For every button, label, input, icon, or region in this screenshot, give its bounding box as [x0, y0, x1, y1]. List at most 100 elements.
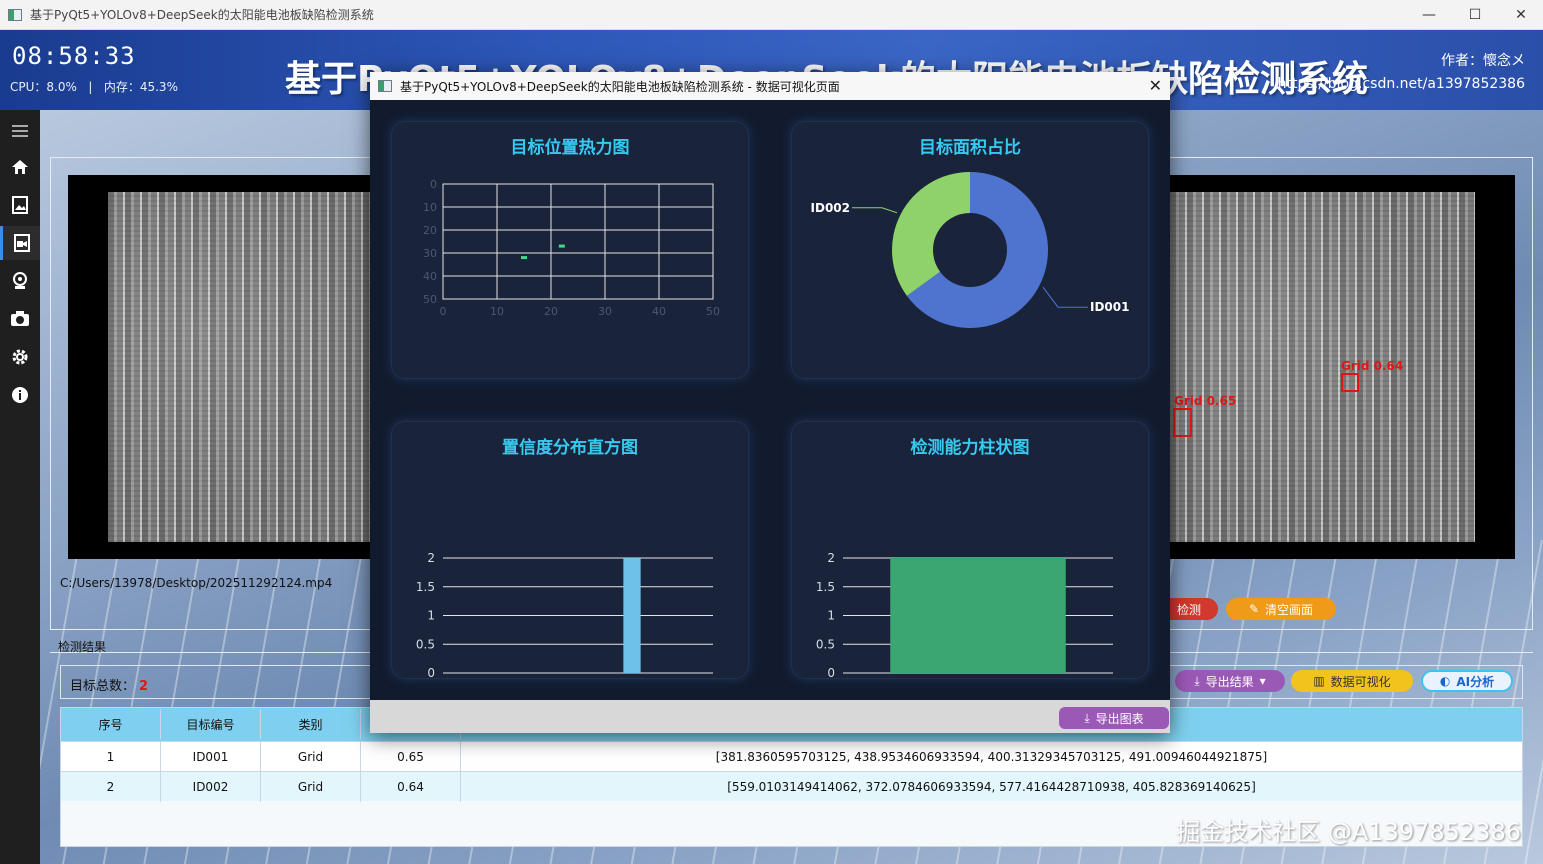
minimize-button[interactable]: — [1406, 0, 1452, 30]
memory-usage: 内存：45.3% [103, 80, 178, 94]
info-icon[interactable] [0, 378, 40, 412]
pie-slice [892, 172, 970, 296]
menu-icon[interactable] [0, 114, 40, 148]
visualize-label: 数据可视化 [1330, 674, 1391, 689]
close-button[interactable]: ✕ [1498, 0, 1543, 30]
target-total-label: 目标总数： [70, 679, 136, 694]
clear-button[interactable]: ✎ 清空画面 [1226, 598, 1336, 620]
column-header[interactable]: 目标编号 [161, 709, 261, 739]
chart-icon: ▥ [1313, 674, 1325, 688]
file-path: C:/Users/13978/Desktop/202511292124.mp4 [60, 576, 333, 590]
y-tick-label: 0.5 [416, 637, 435, 651]
dialog-close-button[interactable]: ✕ [1149, 76, 1162, 95]
x-tick-label: 0.4-0.5 [557, 678, 600, 679]
detection-label: Grid 0.64 [1341, 359, 1404, 373]
x-tick-label: Grid [965, 678, 990, 679]
watermark: 掘金技术社区 @A1397852386 [1176, 818, 1521, 846]
detection-box [1173, 408, 1192, 437]
export-results-button[interactable]: ⤓ 导出结果 ▾ [1175, 670, 1285, 692]
table-cell: [381.8360595703125, 438.9534606933594, 4… [715, 750, 1268, 764]
table-cell: 0.64 [361, 772, 461, 802]
x-tick-label: 0.0-0.1 [449, 678, 492, 679]
image-icon[interactable] [0, 188, 40, 222]
download-icon: ⤓ [1084, 710, 1090, 725]
y-tick-label: 1.5 [816, 580, 835, 594]
visualize-button[interactable]: ▥ 数据可视化 [1291, 670, 1413, 692]
y-tick-label: 1.5 [416, 580, 435, 594]
area-pie-card: 目标面积占比 ID001 ID002 [791, 121, 1149, 379]
confidence-hist-chart: 0 0.5 1 1.5 2 0.0-0.1 0.2-0.3 0.4-0.5 0.6-0.7 0.8… [416, 551, 713, 679]
pie-leader-line [852, 207, 898, 214]
dialog-footer [370, 700, 1170, 733]
webcam-icon[interactable] [0, 264, 40, 298]
clock: 08:58:33 [12, 42, 136, 70]
home-icon[interactable] [0, 150, 40, 184]
x-tick-label: 0.2-0.3 [503, 678, 546, 679]
table-cell: Grid [261, 742, 361, 772]
cpu-usage: CPU：8.0% [10, 80, 77, 94]
chevron-down-icon[interactable]: ▾ [1260, 674, 1266, 688]
ai-analysis-label: AI分析 [1456, 674, 1495, 689]
bar [890, 558, 1066, 673]
y-tick-label: 0 [427, 666, 435, 679]
export-chart-label: 导出图表 [1095, 711, 1144, 726]
broom-icon: ✎ [1248, 602, 1260, 616]
maximize-button[interactable]: ☐ [1452, 0, 1498, 30]
x-tick-label: 30 [598, 305, 612, 318]
table-row[interactable]: 1 ID001 Grid 0.65 [381.8360595703125, 43… [61, 741, 1522, 772]
column-header[interactable]: 类别 [261, 709, 361, 739]
y-tick-label: 50 [423, 293, 437, 306]
table-cell: 0.65 [361, 742, 461, 772]
detection-box [1341, 373, 1359, 392]
y-tick-label: 0.5 [816, 637, 835, 651]
clear-button-label: 清空画面 [1265, 602, 1314, 617]
capability-bar-card: 检测能力柱状图 00.511.52Grid [791, 421, 1149, 679]
export-chart-button[interactable]: ⤓ 导出图表 [1059, 707, 1169, 729]
dialog-titlebar: 基于PyQt5+YOLOv8+DeepSeek的太阳能电池板缺陷检测系统 - 数… [370, 72, 1170, 100]
heatmap-chart: 0 10 20 30 40 5001020304050 [423, 178, 720, 318]
author-url[interactable]: https://blog.csdn.net/a1397852386 [1278, 76, 1525, 92]
system-info: CPU：8.0% | 内存：45.3% [10, 78, 178, 95]
x-tick-label: 10 [490, 305, 504, 318]
data-point [558, 244, 565, 248]
y-tick-label: 0 [430, 178, 437, 191]
y-tick-label: 30 [423, 247, 437, 260]
export-results-label: 导出结果 [1205, 674, 1254, 689]
gear-icon[interactable] [0, 340, 40, 374]
column-header[interactable]: 序号 [61, 709, 161, 739]
y-tick-label: 1 [827, 609, 835, 623]
table-cell: [559.0103149414062, 372.0784606933594, 5… [727, 780, 1256, 794]
dialog-title: 基于PyQt5+YOLOv8+DeepSeek的太阳能电池板缺陷检测系统 - 数… [400, 79, 840, 94]
download-icon: ⤓ [1194, 673, 1200, 688]
x-tick-label: 0 [440, 305, 447, 318]
window-title: 基于PyQt5+YOLOv8+DeepSeek的太阳能电池板缺陷检测系统 [30, 8, 374, 22]
y-tick-label: 2 [427, 551, 435, 565]
y-tick-label: 1 [427, 609, 435, 623]
app-icon [8, 8, 22, 21]
table-row[interactable]: 2 ID002 Grid 0.64 [559.0103149414062, 37… [61, 771, 1522, 802]
table-cell: 1 [61, 742, 161, 772]
x-tick-label: 0.8-0.9 [665, 678, 708, 679]
video-icon[interactable] [0, 226, 40, 260]
x-tick-label: 0.6-0.7 [611, 678, 654, 679]
heatmap-card: 目标位置热力图 0 10 20 30 40 50 0 10 20 30 40 50 [391, 121, 749, 379]
area-pie-chart: ID001 ID002 [811, 172, 1129, 328]
ai-analysis-button[interactable]: ◐ AI分析 [1421, 670, 1513, 692]
pie-leader-line [1042, 286, 1088, 308]
left-toolbar [0, 110, 40, 864]
dialog-app-icon [378, 80, 392, 92]
table-cell: Grid [261, 772, 361, 802]
author-label: 作者：懷念メ [1441, 53, 1525, 69]
y-tick-label: 0 [827, 666, 835, 679]
bar [623, 558, 641, 673]
pie-label: ID002 [811, 201, 850, 215]
x-tick-label: 20 [544, 305, 558, 318]
table-cell: ID002 [161, 772, 261, 802]
visualization-dialog: 基于PyQt5+YOLOv8+DeepSeek的太阳能电池板缺陷检测系统 - 数… [370, 72, 1170, 733]
capability-bar-chart: 0 0.5 1 1.5 2 Grid [816, 551, 1113, 679]
target-total: 目标总数： 2 [70, 675, 148, 694]
y-tick-label: 40 [423, 270, 437, 283]
camera-icon[interactable] [0, 302, 40, 336]
x-tick-label: 50 [706, 305, 720, 318]
y-tick-label: 20 [423, 224, 437, 237]
